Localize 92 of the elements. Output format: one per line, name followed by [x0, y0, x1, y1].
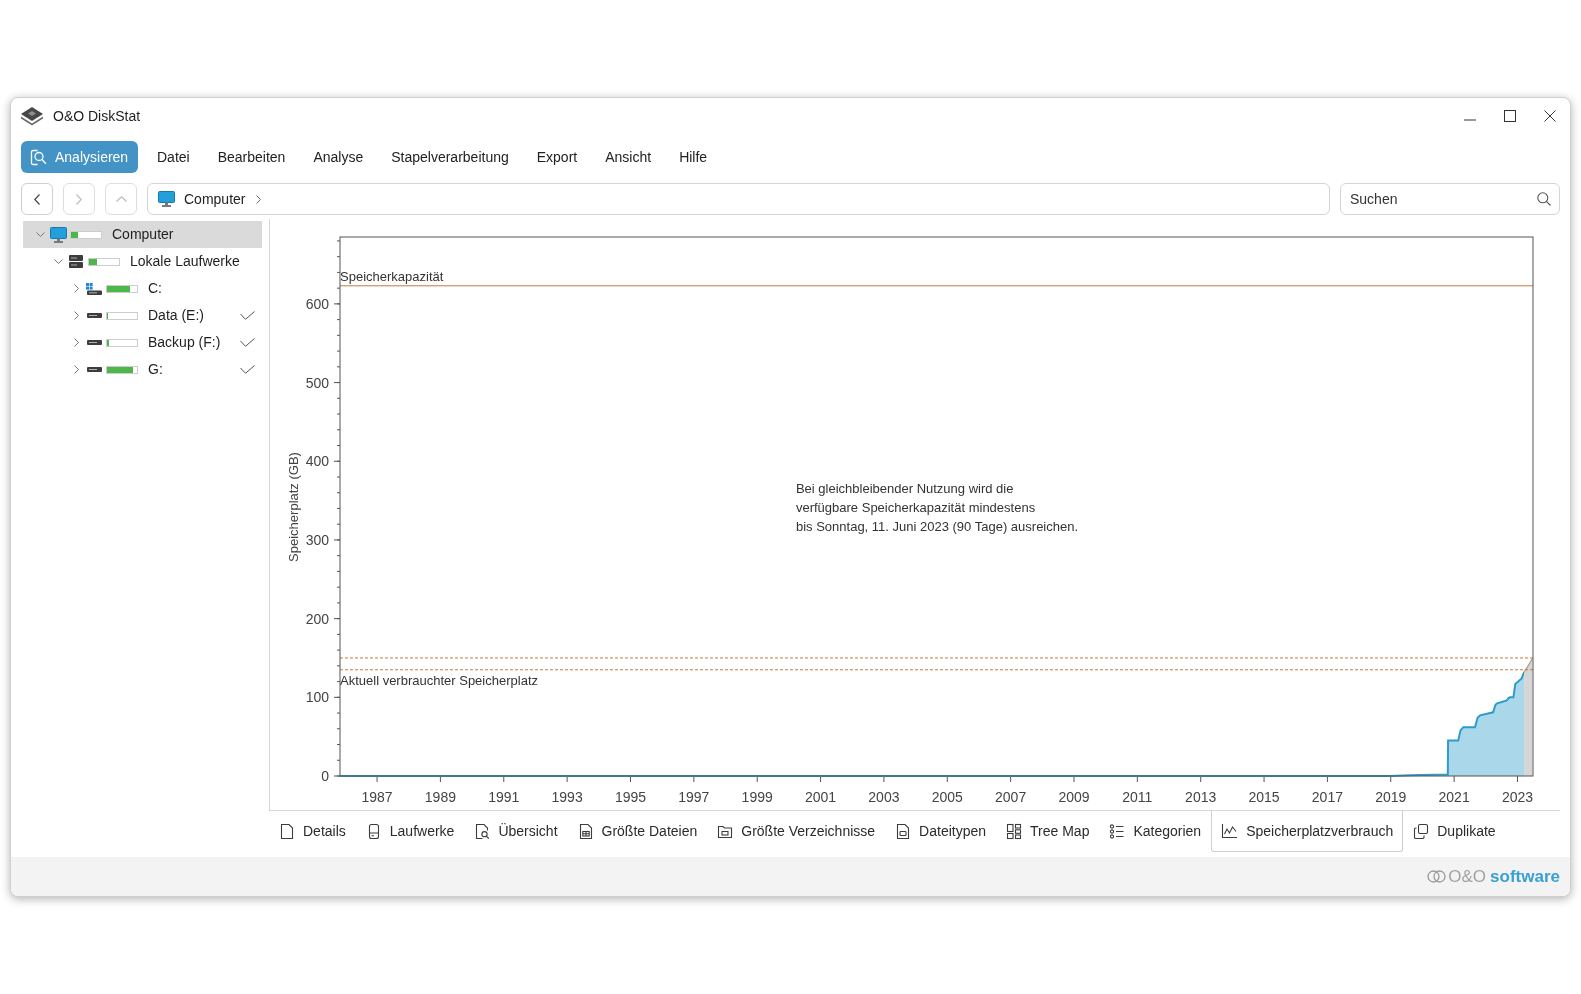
- tab[interactable]: Duplikate: [1403, 811, 1506, 852]
- search-icon: [1537, 192, 1551, 206]
- y-tick-label: 300: [305, 531, 329, 548]
- x-tick-label: 2017: [1311, 789, 1343, 805]
- search-icon: [30, 148, 47, 166]
- x-tick-label: 1999: [741, 789, 773, 805]
- x-tick-label: 1991: [488, 789, 520, 805]
- menu-item[interactable]: Stapelverarbeitung: [377, 141, 523, 173]
- window-title: O&O DiskStat: [53, 106, 141, 126]
- x-tick-label: 2001: [805, 789, 837, 805]
- minimize-icon: [1464, 119, 1476, 121]
- menu-item[interactable]: Export: [522, 141, 592, 173]
- drive-icon: [86, 313, 102, 318]
- menu-item[interactable]: Analyse: [299, 141, 378, 173]
- tiles-icon: [1006, 822, 1023, 840]
- tab[interactable]: Laufwerke: [355, 811, 465, 852]
- logo-wordmark: software: [1490, 865, 1560, 888]
- chevron-right-icon: [76, 193, 82, 205]
- y-tick-label: 100: [305, 689, 329, 706]
- close-icon: [1544, 110, 1556, 122]
- chevron-right-icon: [256, 194, 262, 204]
- x-tick-label: 1989: [424, 789, 456, 805]
- menu-item[interactable]: Ansicht: [591, 141, 666, 173]
- document-icon: [895, 822, 912, 840]
- drive-icon: [86, 367, 102, 372]
- maximize-icon: [1504, 110, 1516, 122]
- x-tick-label: 2021: [1438, 789, 1470, 805]
- x-tick-label: 2023: [1501, 789, 1534, 805]
- chevron-down-icon[interactable]: [35, 232, 45, 237]
- drive-icon: [86, 340, 102, 345]
- tab[interactable]: Details: [269, 811, 356, 852]
- line-chart-icon: [1221, 823, 1239, 839]
- search-field[interactable]: Suchen: [1340, 183, 1560, 215]
- monitor-icon: [49, 226, 67, 243]
- address-bar[interactable]: Computer: [147, 183, 1330, 215]
- copy-icon: [1413, 822, 1430, 840]
- tab[interactable]: Größte Verzeichnisse: [707, 811, 886, 852]
- tree-item[interactable]: Backup (F:): [23, 329, 262, 356]
- x-tick-label: 2019: [1375, 789, 1407, 805]
- logo-icon: [1427, 870, 1447, 883]
- x-tick-label: 2003: [868, 789, 900, 805]
- app-logo-icon: [21, 106, 43, 126]
- menu-item[interactable]: Bearbeiten: [203, 141, 300, 173]
- y-tick-label: 400: [305, 453, 329, 470]
- spreadsheet-file-icon: [577, 822, 594, 840]
- tab[interactable]: Kategorien: [1099, 811, 1212, 852]
- x-tick-label: 1997: [678, 789, 710, 805]
- tab[interactable]: Größte Dateien: [567, 811, 708, 852]
- y-tick-label: 0: [321, 768, 329, 784]
- tab[interactable]: Dateitypen: [885, 811, 997, 852]
- y-tick-label: 200: [305, 610, 329, 627]
- list-icon: [1109, 822, 1126, 840]
- chevron-right-icon[interactable]: [73, 284, 79, 293]
- x-tick-label: 2015: [1248, 789, 1280, 805]
- reference-label: Aktuell verbrauchter Speicherplatz: [340, 672, 538, 688]
- menu-item[interactable]: Hilfe: [665, 141, 722, 173]
- server-icon: [69, 255, 83, 268]
- tree-item[interactable]: G:: [23, 356, 262, 383]
- y-tick-label: 600: [305, 295, 329, 312]
- file-search-icon: [474, 822, 491, 840]
- logo-prefix: O&O: [1448, 865, 1487, 888]
- forecast-line: [1523, 658, 1533, 673]
- menu-item[interactable]: Datei: [143, 141, 204, 173]
- tab[interactable]: Tree Map: [996, 811, 1100, 852]
- forecast-message: Bei gleichbleibender Nutzung wird die verfügbare Speicherkapazität mindestens bis Sonntag, 11. Juni 2023 (90 Tage) ausreichen.: [795, 479, 1079, 536]
- chevron-right-icon[interactable]: [73, 338, 79, 347]
- tree-item[interactable]: Data (E:): [23, 302, 262, 329]
- windows-drive-icon: [86, 282, 102, 295]
- tab[interactable]: Übersicht: [464, 811, 568, 852]
- chevron-left-icon: [34, 193, 40, 205]
- x-tick-label: 1993: [551, 789, 583, 805]
- chevron-right-icon[interactable]: [73, 365, 79, 374]
- tree-item[interactable]: Lokale Laufwerke: [23, 248, 262, 275]
- x-tick-label: 2005: [931, 789, 963, 805]
- chevron-right-icon[interactable]: [73, 311, 79, 320]
- x-tick-label: 2009: [1058, 789, 1090, 805]
- x-tick-label: 1995: [614, 789, 647, 805]
- breadcrumb-item[interactable]: Computer: [184, 188, 246, 210]
- tab[interactable]: Speicherplatzverbrauch: [1211, 811, 1404, 852]
- x-tick-label: 2013: [1185, 789, 1217, 805]
- chevron-up-icon: [115, 196, 127, 202]
- x-tick-label: 2011: [1122, 789, 1153, 805]
- y-tick-label: 500: [305, 374, 329, 391]
- x-tick-label: 2007: [995, 789, 1027, 805]
- x-tick-label: 1987: [361, 789, 393, 805]
- chevron-down-icon[interactable]: [53, 259, 63, 264]
- axis-title: Speicherplatz (GB): [285, 452, 301, 562]
- tree-item[interactable]: Computer: [23, 221, 262, 248]
- monitor-icon: [158, 191, 175, 207]
- tree-item[interactable]: C:: [23, 275, 262, 302]
- file-icon: [279, 822, 295, 840]
- reference-label: Speicherkapazität: [340, 268, 444, 284]
